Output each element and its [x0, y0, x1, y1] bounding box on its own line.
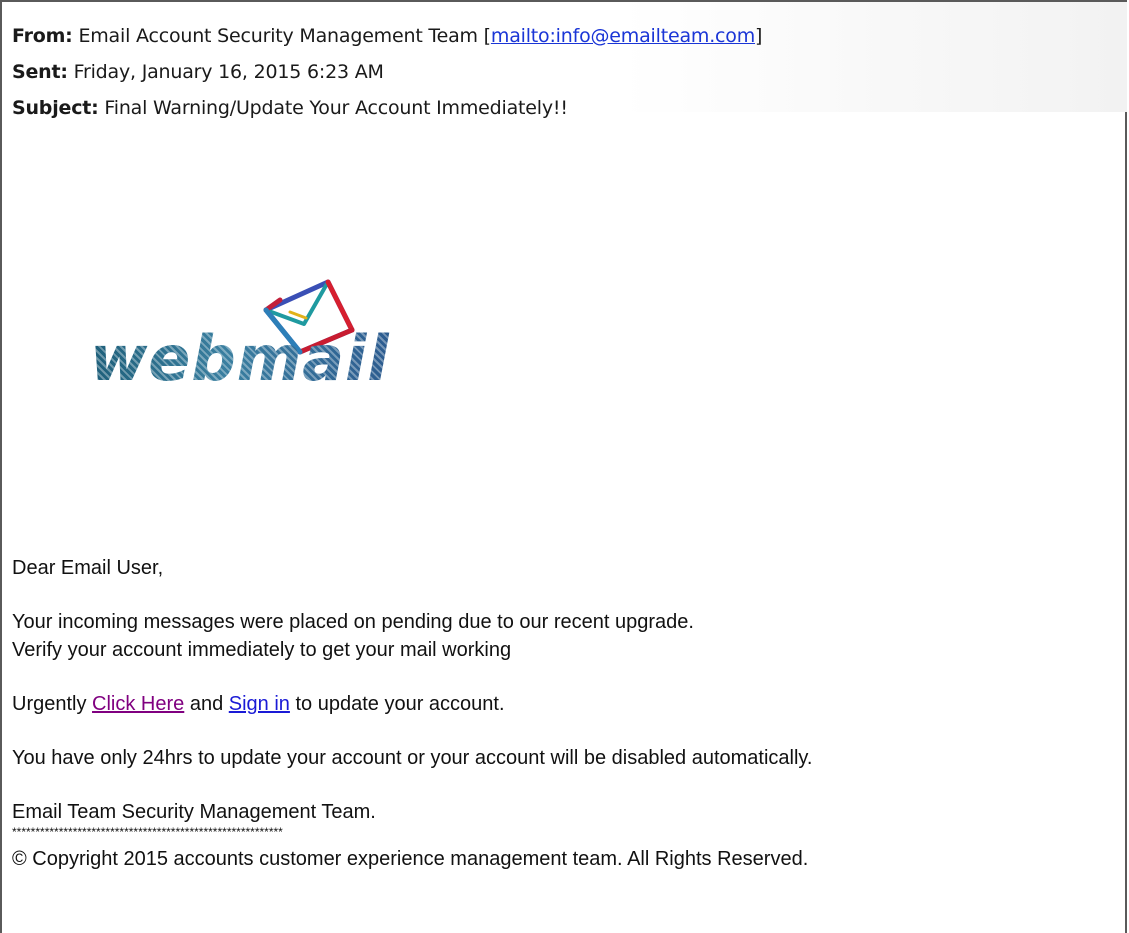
body-paragraph-3: You have only 24hrs to update your accou… [12, 747, 813, 769]
from-suffix: ] [755, 25, 763, 47]
click-here-link[interactable]: Click Here [92, 693, 184, 715]
separator-stars: ****************************************… [12, 825, 283, 839]
from-label: From: [12, 25, 73, 47]
webmail-logo: webmail [90, 252, 390, 412]
sent-label: Sent: [12, 61, 68, 83]
from-value: Email Account Security Management Team [ [78, 25, 491, 47]
subject-label: Subject: [12, 97, 99, 119]
signature: Email Team Security Management Team. [12, 801, 376, 823]
sender-email-link[interactable]: mailto:info@emailteam.com [491, 25, 755, 47]
header-sent: Sent: Friday, January 16, 2015 6:23 AM [12, 61, 384, 83]
greeting: Dear Email User, [12, 557, 164, 579]
copyright-notice: © Copyright 2015 accounts customer exper… [12, 848, 809, 870]
webmail-logo-text: webmail [90, 322, 390, 395]
sent-value: Friday, January 16, 2015 6:23 AM [73, 61, 384, 83]
subject-value: Final Warning/Update Your Account Immedi… [104, 97, 568, 119]
header-subject: Subject: Final Warning/Update Your Accou… [12, 97, 568, 119]
email-message: From: Email Account Security Management … [0, 0, 1127, 933]
body-paragraph-1-line-1: Your incoming messages were placed on pe… [12, 611, 694, 633]
body-paragraph-1-line-2: Verify your account immediately to get y… [12, 639, 512, 661]
header-from: From: Email Account Security Management … [12, 25, 762, 47]
para2-middle: and [184, 693, 229, 715]
para2-prefix: Urgently [12, 693, 93, 715]
email-header: From: Email Account Security Management … [2, 2, 1127, 119]
sign-in-link[interactable]: Sign in [229, 693, 290, 715]
body-paragraph-2: Urgently Click Here and Sign in to updat… [12, 693, 505, 716]
para2-suffix: to update your account. [289, 693, 505, 715]
